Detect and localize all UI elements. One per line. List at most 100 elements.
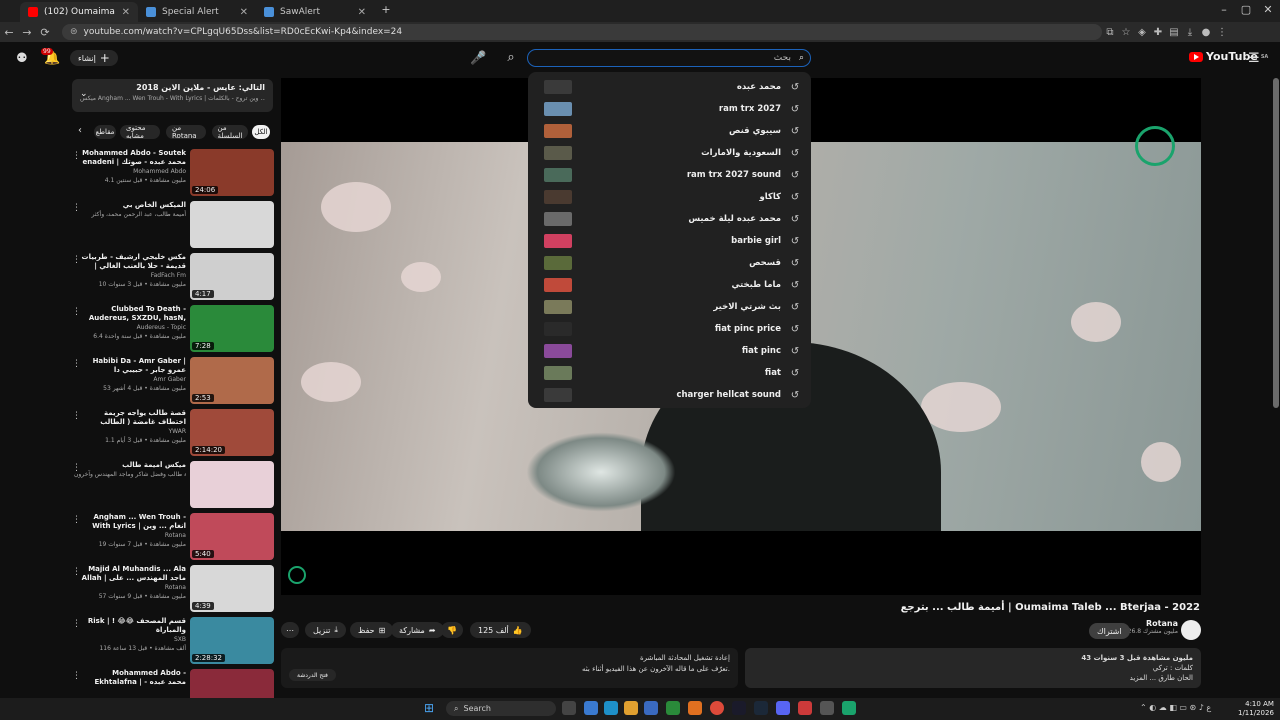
open-chat-button[interactable]: فتح الدردشة [289,669,336,681]
browser-tab-special-alert[interactable]: Special Alert ✕ [138,2,256,22]
hamburger-menu-icon[interactable]: ☰ [1248,51,1260,66]
more-actions-button[interactable]: ⋯ [281,622,299,638]
chips-scroll-left-icon[interactable]: ‹ [78,125,82,136]
more-vertical-icon[interactable]: ⋮ [72,359,81,369]
playlist-item[interactable]: 4:17 مكس خليجي ارشيف - طربيات قديمة - حلا… [70,253,274,303]
chrome-shortcut-icon[interactable] [584,701,598,715]
close-icon[interactable]: ✕ [122,7,130,18]
video-thumbnail[interactable]: 4:17 [190,253,274,300]
playlist-header[interactable]: التالي: عايس - ملاين الاين 2018 ميكس Ang… [72,79,273,112]
filter-chip[interactable]: من Rotana [166,124,206,140]
search-icon[interactable]: ⌕ [503,50,519,65]
create-button[interactable]: إنشاء + [70,50,118,66]
cast-icon[interactable]: ⧉ [1102,27,1118,38]
more-vertical-icon[interactable]: ⋮ [72,463,81,473]
search-suggestion-item[interactable]: سيبوي قنص ↺ [528,120,811,142]
discord-icon[interactable] [776,701,790,715]
back-icon[interactable]: ← [0,26,18,39]
more-vertical-icon[interactable]: ⋮ [72,411,81,421]
video-thumbnail[interactable]: 2:53 [190,357,274,404]
more-vertical-icon[interactable]: ⋮ [72,567,81,577]
edge-icon[interactable] [604,701,618,715]
close-icon[interactable]: ✕ [240,7,248,18]
playlist-item[interactable]: 5:40 Angham ... Wen Trouh - With Lyrics |… [70,513,274,563]
search-suggestion-item[interactable]: barbie girl ↺ [528,230,811,252]
file-explorer-icon[interactable] [624,701,638,715]
playlist-item[interactable]: 2:14:20 قصة طالب يواجه جريمة اختطاف غامضة… [70,409,274,459]
more-vertical-icon[interactable]: ⋮ [72,307,81,317]
search-suggestion-item[interactable]: ماما طبختي ↺ [528,274,811,296]
more-vertical-icon[interactable]: ⋮ [72,515,81,525]
search-suggestion-item[interactable]: ram trx 2027 ↺ [528,98,811,120]
close-window-button[interactable]: ✕ [1258,3,1278,16]
extensions-puzzle-icon[interactable]: ✚ [1150,27,1166,38]
app2-icon[interactable] [798,701,812,715]
app4-icon[interactable] [842,701,856,715]
more-vertical-icon[interactable]: ⋮ [72,203,81,213]
search-input[interactable]: بحث ⌕ [527,49,811,67]
url-field[interactable]: ⊜ youtube.com/watch?v=CPLgqU65Dss&list=R… [62,24,1102,40]
app-icon[interactable] [688,701,702,715]
terminal-icon[interactable] [732,701,746,715]
search-suggestion-item[interactable]: charger hellcat sound ↺ [528,384,811,406]
search-suggestion-item[interactable]: محمد عبده ليلة خميس ↺ [528,208,811,230]
more-vertical-icon[interactable]: ⋮ [72,671,81,681]
new-tab-button[interactable]: + [376,3,396,16]
playlist-item[interactable]: 2:28:32 Risk | ! 😂😂 قسم المصحف والمباراة S… [70,617,274,667]
description-more[interactable]: الحان طارق ... المزيد [753,673,1193,683]
save-button[interactable]: حفظ ⊞ [350,622,394,638]
playlist-item[interactable]: 7:28 Clubbed To Death - Audereus, SXZDU, … [70,305,274,355]
windows-start-icon[interactable]: ⊞ [424,701,434,715]
channel-watermark-icon[interactable] [288,566,306,584]
taskbar-clock[interactable]: 4:10 AM 1/11/2026 [1238,700,1274,718]
system-tray-icons[interactable]: ⌃ ◐ ☁ ◧ ▭ ⊛ ♪ ع [1140,703,1211,712]
download-button[interactable]: تنزيل ⤓ [305,622,346,638]
filter-chip[interactable]: من السلسلة [212,124,248,140]
playlist-item[interactable]: الميكس الخاص بي أميمة طالب، عبد الرحمن مح… [70,201,274,251]
filter-chip[interactable]: مقاطع [94,125,116,139]
filter-chip[interactable]: محتوى مشابه [120,124,160,140]
search-suggestion-item[interactable]: قسحص ↺ [528,252,811,274]
subscribe-button[interactable]: اشتراك [1089,623,1130,639]
search-suggestion-item[interactable]: ram trx 2027 sound ↺ [528,164,811,186]
browser-tab-sawalert[interactable]: SawAlert ✕ [256,2,374,22]
app3-icon[interactable] [820,701,834,715]
search-suggestion-item[interactable]: fiat ↺ [528,362,811,384]
xbox-icon[interactable] [666,701,680,715]
chevron-down-icon[interactable]: ⌄ [80,89,88,99]
search-suggestion-item[interactable]: كاكاو ↺ [528,186,811,208]
menu-icon[interactable]: ⋮ [1214,27,1230,38]
browser-tab-youtube[interactable]: (102) Oumaima Taleb ... Bterjaa ✕ [20,2,138,22]
filter-chip[interactable]: الكل [252,125,270,139]
site-info-icon[interactable]: ⊜ [70,27,78,37]
profile-icon[interactable]: ● [1198,27,1214,38]
bookmark-star-icon[interactable]: ☆ [1118,27,1134,38]
search-button-icon[interactable]: ⌕ [799,53,804,63]
taskbar-search[interactable]: ⌕ Search [446,701,556,716]
video-description[interactable]: 43 مليون مشاهدة قبل 3 سنوات كلمات : تركي… [745,648,1201,688]
video-thumbnail[interactable]: 4:39 [190,565,274,612]
video-thumbnail[interactable]: 7:28 [190,305,274,352]
playlist-item[interactable]: ميكس أميمة طالب أميمة طالب وفضل شاكر وماج… [70,461,274,511]
maximize-button[interactable]: ▢ [1236,3,1256,16]
reload-icon[interactable]: ⟳ [36,26,54,39]
video-thumbnail[interactable]: 2:28:32 [190,617,274,664]
like-button[interactable]: 125 ألف 👍 [470,622,531,638]
minimize-button[interactable]: – [1214,3,1234,16]
task-view-icon[interactable] [562,701,576,715]
steam-icon[interactable] [754,701,768,715]
video-thumbnail[interactable]: 5:40 [190,513,274,560]
playlist-item[interactable]: 2:53 Habibi Da - Amr Gaber | عمرو جابر - … [70,357,274,407]
more-vertical-icon[interactable]: ⋮ [72,255,81,265]
search-suggestion-item[interactable]: بث شرتي الاخير ↺ [528,296,811,318]
search-suggestion-item[interactable]: fiat pinc ↺ [528,340,811,362]
search-suggestion-item[interactable]: fiat pinc price ↺ [528,318,811,340]
video-thumbnail[interactable]: 2:14:20 [190,409,274,456]
account-avatar-icon[interactable]: ⚉ [16,51,28,66]
page-scrollbar[interactable] [1273,78,1279,408]
chrome-icon[interactable] [710,701,724,715]
video-thumbnail[interactable] [190,461,274,508]
video-thumbnail[interactable] [190,201,274,248]
voice-search-mic-icon[interactable]: 🎤 [470,51,486,66]
store-icon[interactable] [644,701,658,715]
